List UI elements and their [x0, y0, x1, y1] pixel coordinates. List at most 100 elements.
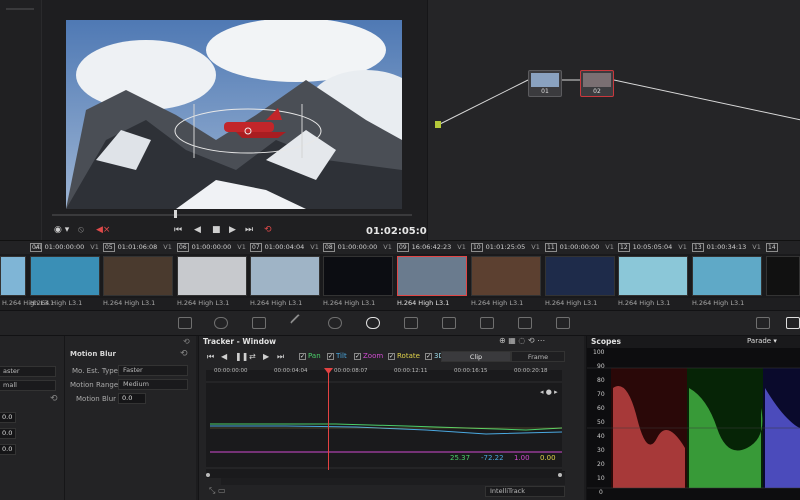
motion-blur-label: Motion Blur	[76, 395, 117, 403]
partial-value-2[interactable]: 0.0	[0, 428, 16, 439]
tracker-reset-icon[interactable]: ⟲	[183, 337, 190, 346]
tab-clip[interactable]: Clip	[441, 351, 511, 362]
tab-frame[interactable]: Frame	[511, 351, 565, 362]
track-forward-end-icon[interactable]: ⏭	[277, 352, 284, 362]
clip-thumb-04[interactable]	[30, 256, 100, 296]
audio-icon[interactable]: ⦸	[78, 225, 84, 235]
clip-codec-06: H.264 High L3.1	[177, 299, 230, 307]
clip-thumb-10[interactable]	[471, 256, 541, 296]
node-02[interactable]: 02	[580, 70, 614, 97]
readout-tilt: -72.22	[481, 454, 504, 462]
readout-rotate: 0.00	[540, 454, 556, 462]
viewer-scrubber[interactable]	[52, 214, 412, 216]
clip-header-04: 04 01:00:00:00 V1	[30, 243, 99, 252]
viewer-frame-art	[66, 20, 402, 209]
play-icon[interactable]: ▶	[229, 225, 236, 235]
reset-icon[interactable]: ⟲	[50, 394, 58, 404]
tracker-ruler[interactable]: 00:00:00:00 00:00:04:04 00:00:08:07 00:0…	[206, 366, 562, 376]
motion-blur-reset-icon[interactable]: ⟲	[180, 349, 188, 359]
clip-thumb-07[interactable]	[250, 256, 320, 296]
ruler-tick-1: 00:00:04:04	[274, 368, 308, 374]
clip-thumb-13[interactable]	[692, 256, 762, 296]
viewer-image[interactable]	[66, 20, 402, 209]
partial-value-1[interactable]: 0.0	[0, 412, 16, 423]
zoom-toggle[interactable]: ✓ Zoom	[354, 352, 383, 360]
track-bidirectional-icon[interactable]: ⇄	[249, 352, 256, 362]
clip-codec-11: H.264 High L3.1	[545, 299, 598, 307]
tilt-toggle[interactable]: ✓ Tilt	[327, 352, 347, 360]
hsl-qualifier-icon[interactable]	[252, 317, 266, 329]
motion-blur-panel: aster mall 0.0 0.0 0.0 ⟲ Motion Blur ⟲ M…	[0, 336, 196, 500]
go-to-start-icon[interactable]: ⏮	[174, 225, 182, 235]
clip-header-14: 14	[766, 243, 778, 252]
speaker-mute-icon[interactable]: ◀×	[96, 225, 110, 235]
step-back-icon[interactable]: ◀	[194, 225, 201, 235]
tracker-options-icons[interactable]: ⊕ ▦ ◌ ⟲ ⋯	[499, 336, 545, 345]
magic-mask-icon[interactable]	[404, 317, 418, 329]
tracker-mode-dropdown[interactable]: IntelliTrack	[485, 486, 565, 497]
3d-tool-icon[interactable]	[556, 317, 570, 329]
scale-50: 50	[597, 419, 605, 426]
partial-dropdown-1[interactable]: aster	[0, 366, 56, 377]
track-forward-icon[interactable]: ▶	[263, 352, 269, 362]
clip-thumb-14[interactable]	[766, 256, 800, 296]
clip-header-row: V1 04 01:00:00:00 V1 05 01:01:06:08 V1 06 01:…	[0, 240, 800, 254]
stop-icon[interactable]: ■	[212, 225, 221, 235]
scrubber-handle[interactable]	[174, 210, 177, 218]
clip-header-08: 08 01:00:00:00 V1	[323, 243, 392, 252]
track-pause-icon[interactable]: ❚❚	[235, 352, 248, 362]
loop-icon[interactable]: ⟲	[264, 225, 272, 235]
sizing-tool-icon[interactable]	[518, 317, 532, 329]
node-connections	[435, 79, 800, 128]
clip-thumb-11[interactable]	[545, 256, 615, 296]
motion-blur-value[interactable]: 0.0	[118, 393, 146, 404]
graph-nav-icon[interactable]: ◂ ● ▸	[540, 388, 558, 396]
window-tool-icon[interactable]	[328, 317, 342, 329]
clip-header-10: 10 01:01:25:05 V1	[471, 243, 540, 252]
clip-thumb-09[interactable]	[397, 256, 467, 296]
node-01-label: 01	[541, 88, 549, 95]
viewer-options-icon[interactable]: ◉ ▾	[54, 225, 69, 235]
clip-thumb-05[interactable]	[103, 256, 173, 296]
clip-codec-04: H.264 High L3.1	[30, 299, 83, 307]
track-reverse-start-icon[interactable]: ⏮	[207, 352, 214, 362]
scopes-toggle-icon[interactable]	[756, 317, 770, 329]
clip-thumb-06[interactable]	[177, 256, 247, 296]
scopes-panel-icon[interactable]	[786, 317, 800, 329]
partial-dropdown-2[interactable]: mall	[0, 380, 56, 391]
motion-range-dropdown[interactable]: Medium	[118, 379, 188, 390]
clip-thumb-12[interactable]	[618, 256, 688, 296]
strip-divider	[6, 8, 34, 10]
clip-thumb-08[interactable]	[323, 256, 393, 296]
tracker-footer-tools-icon[interactable]: ⤡ ▭	[209, 486, 226, 496]
node-01[interactable]: 01	[528, 70, 562, 97]
scopes-mode-dropdown[interactable]: Parade ▾	[747, 337, 777, 345]
go-to-end-icon[interactable]: ⏭	[245, 225, 253, 235]
rotate-toggle[interactable]: ✓ Rotate	[388, 352, 420, 360]
blur-tool-icon[interactable]	[442, 317, 456, 329]
tracker-playhead[interactable]	[328, 370, 329, 470]
color-warper-icon[interactable]	[214, 317, 228, 329]
tracker-graph[interactable]: ◂ ● ▸ 25.37 -72.22 1.00 0.00	[206, 368, 562, 478]
est-type-dropdown[interactable]: Faster	[118, 365, 188, 376]
motion-range-label: Motion Range	[70, 381, 119, 389]
tracker-tool-icon[interactable]	[366, 317, 380, 329]
scale-90: 90	[597, 363, 605, 370]
eyedropper-icon[interactable]	[289, 313, 309, 333]
ruler-tick-4: 00:00:16:15	[454, 368, 488, 374]
track-reverse-icon[interactable]: ◀	[221, 352, 227, 362]
parade-waveform	[587, 367, 800, 489]
node-editor[interactable]: 01 02	[427, 0, 800, 240]
key-tool-icon[interactable]	[480, 317, 494, 329]
scale-20: 20	[597, 461, 605, 468]
partial-value-3[interactable]: 0.0	[0, 444, 16, 455]
clip-header-05: 05 01:01:06:08 V1	[103, 243, 172, 252]
curves-tool-icon[interactable]	[178, 317, 192, 329]
panel-divider	[64, 336, 65, 500]
pan-toggle[interactable]: ✓ Pan	[299, 352, 321, 360]
readout-zoom: 1.00	[514, 454, 530, 462]
clip-thumb-first[interactable]	[0, 256, 26, 296]
scale-10: 10	[597, 475, 605, 482]
tracker-graph-scrollbar[interactable]	[206, 471, 562, 477]
readout-pan: 25.37	[450, 454, 471, 462]
